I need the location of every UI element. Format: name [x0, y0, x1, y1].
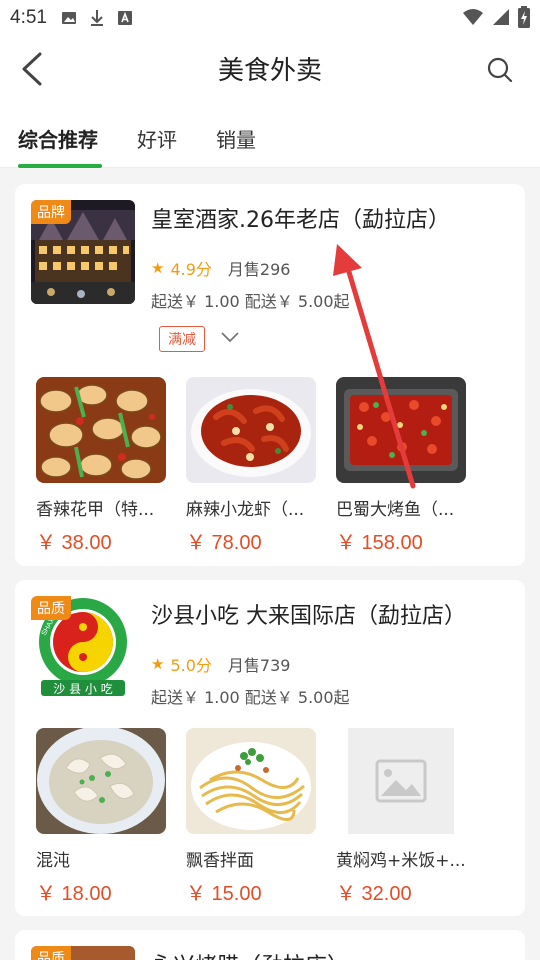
- image-icon: [61, 12, 76, 24]
- nav-bar: 美食外卖: [0, 36, 540, 102]
- brand-badge: 品牌: [31, 200, 71, 224]
- dish-item[interactable]: 香辣花甲（特... ￥ 38.00: [36, 377, 166, 555]
- shop-card[interactable]: 品质 永兴烤腊（勐拉店）: [15, 930, 525, 960]
- status-bar: 4:51: [0, 0, 540, 36]
- download-icon: [90, 10, 103, 26]
- dish-name: 黄焖鸡+米饭+...: [336, 851, 466, 871]
- rating-score: 4.9分: [170, 260, 212, 279]
- dish-image: [336, 377, 466, 483]
- status-time: 4:51: [10, 7, 47, 28]
- tab-rating[interactable]: 好评: [137, 124, 177, 153]
- promo-tag: 满减: [159, 326, 205, 352]
- star-icon: ★: [151, 655, 165, 673]
- tab-sales[interactable]: 销量: [216, 124, 256, 153]
- chevron-down-icon[interactable]: [221, 331, 239, 343]
- search-icon[interactable]: [486, 56, 514, 84]
- dish-name: 巴蜀大烤鱼（...: [336, 500, 455, 520]
- monthly-sales: 月售296: [227, 260, 291, 279]
- dish-price: ￥ 158.00: [336, 532, 423, 554]
- shop-name[interactable]: 皇室酒家.26年老店（勐拉店）: [151, 202, 450, 234]
- quality-badge: 品质: [31, 596, 71, 620]
- shop-name[interactable]: 沙县小吃 大来国际店（勐拉店）: [151, 598, 466, 630]
- sort-tabs: 综合推荐 好评 销量: [0, 102, 540, 168]
- battery-icon: [518, 6, 530, 28]
- delivery-fees: 起送￥ 1.00 配送￥ 5.00起: [151, 688, 350, 707]
- signal-icon: [493, 9, 509, 25]
- dish-name: 麻辣小龙虾（...: [186, 500, 305, 520]
- dish-price: ￥ 15.00: [186, 883, 262, 905]
- dish-image: [36, 377, 166, 483]
- page-title: 美食外卖: [217, 56, 322, 86]
- dish-item[interactable]: 巴蜀大烤鱼（... ￥ 158.00: [336, 377, 466, 555]
- shop-logo: SHAXIAN DELICACIES 沙 县 小 吃 品质: [31, 596, 135, 700]
- dish-item[interactable]: 麻辣小龙虾（... ￥ 78.00: [186, 377, 316, 555]
- shop-card[interactable]: SHAXIAN DELICACIES 沙 县 小 吃 品质 沙县小吃 大来国际店…: [15, 580, 525, 916]
- dish-name: 混沌: [36, 851, 70, 871]
- shop-logo: 品质: [31, 946, 135, 960]
- dish-price: ￥ 38.00: [36, 532, 112, 554]
- dish-price: ￥ 32.00: [336, 883, 412, 905]
- shop-logo: 品牌: [31, 200, 135, 304]
- dish-price: ￥ 18.00: [36, 883, 112, 905]
- monthly-sales: 月售739: [227, 656, 291, 675]
- dish-item[interactable]: 混沌 ￥ 18.00: [36, 728, 166, 906]
- shop-card[interactable]: 品牌 皇室酒家.26年老店（勐拉店） ★ 4.9分 月售296 起送￥ 1.00…: [15, 184, 525, 566]
- dish-image: [186, 728, 316, 834]
- dish-image: [186, 377, 316, 483]
- rating-row: ★ 4.9分 月售296: [151, 256, 290, 280]
- rating-row: ★ 5.0分 月售739: [151, 652, 290, 676]
- dish-image-placeholder: [336, 728, 466, 834]
- dish-item[interactable]: 飘香拌面 ￥ 15.00: [186, 728, 316, 906]
- dish-price: ￥ 78.00: [186, 532, 262, 554]
- wifi-icon: [463, 9, 483, 25]
- tab-recommended[interactable]: 综合推荐: [18, 124, 98, 153]
- dish-name: 飘香拌面: [186, 851, 254, 871]
- dish-image: [36, 728, 166, 834]
- delivery-fees: 起送￥ 1.00 配送￥ 5.00起: [151, 292, 350, 311]
- font-icon: [117, 11, 132, 25]
- tab-indicator: [18, 164, 102, 168]
- rating-score: 5.0分: [170, 656, 212, 675]
- dish-name: 香辣花甲（特...: [36, 500, 155, 520]
- quality-badge: 品质: [31, 946, 71, 960]
- shop-name[interactable]: 永兴烤腊（勐拉店）: [151, 948, 349, 960]
- image-placeholder-icon: [348, 728, 454, 834]
- dish-item[interactable]: 黄焖鸡+米饭+... ￥ 32.00: [336, 728, 466, 906]
- logo-text: 沙 县 小 吃: [53, 682, 112, 696]
- star-icon: ★: [151, 259, 165, 277]
